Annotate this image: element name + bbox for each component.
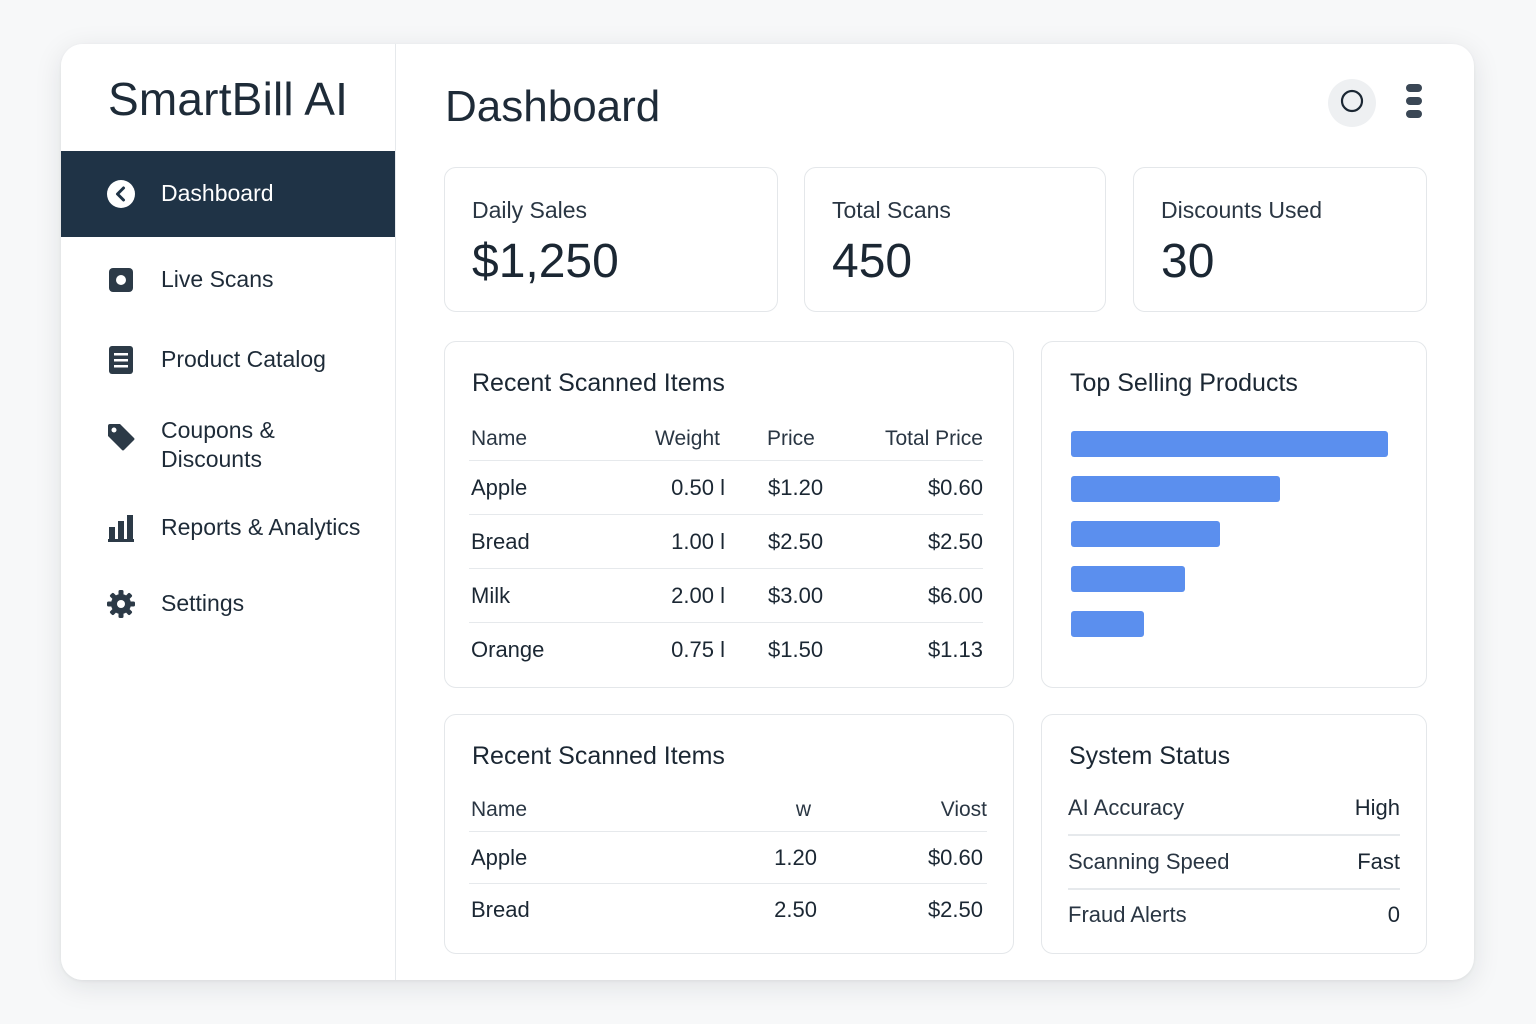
status-value: Fast [1357,849,1400,874]
status-row-fraud-alerts: Fraud Alerts 0 [1068,888,1400,942]
column-header: Name [471,797,528,821]
cell-name: Orange [471,637,545,662]
sidebar-item-live-scans[interactable]: Live Scans [61,256,395,304]
table-row[interactable]: Milk 2.00 l $3.00 $6.00 [469,569,983,623]
cell-w: 1.20 [774,844,817,870]
sidebar: SmartBill AI Dashboard Live Scans Produc… [61,44,396,980]
stat-label: Daily Sales [472,197,588,223]
table-row[interactable]: Bread 2.50 $2.50 [469,884,987,936]
table-header: Name Weight Price Total Price [469,417,983,461]
sidebar-item-dashboard[interactable]: Dashboard [61,151,395,237]
card-title: Recent Scanned Items [472,369,725,397]
cell-weight: 1.00 l [671,528,725,554]
tag-icon [106,422,136,452]
stat-value: 450 [832,235,913,288]
stat-card-discounts-used: Discounts Used 30 [1133,167,1427,312]
cell-weight: 0.75 l [671,637,725,662]
top-selling-bar [1071,611,1144,637]
card-title: Recent Scanned Items [472,742,725,770]
stat-value: 30 [1161,235,1215,288]
table-header: Name w Viost [469,788,987,832]
column-header: Name [471,426,528,450]
stat-card-daily-sales: Daily Sales $1,250 [444,167,778,312]
menu-icon [1405,82,1423,125]
column-header: w [795,797,811,821]
sidebar-item-product-catalog[interactable]: Product Catalog [61,336,395,384]
gear-icon [106,589,136,619]
sidebar-item-label: Coupons & [161,417,275,443]
table-row[interactable]: Apple 1.20 $0.60 [469,832,987,884]
cell-w: 2.50 [774,897,817,922]
sidebar-item-reports[interactable]: Reports & Analytics [61,504,395,552]
document-list-icon [106,345,136,375]
status-row-ai-accuracy: AI Accuracy High [1068,781,1400,835]
sidebar-item-label: Dashboard [161,180,274,206]
status-value: 0 [1387,902,1400,927]
sidebar-item-label: Reports & Analytics [161,514,361,540]
cell-price: $2.50 [768,528,824,554]
status-value: High [1354,795,1400,820]
status-label: Scanning Speed [1068,849,1230,874]
top-selling-bar [1071,431,1388,457]
cell-name: Apple [471,844,528,870]
cell-cost: $0.60 [927,844,983,870]
cell-total: $1.13 [927,637,983,662]
cell-price: $3.00 [768,582,824,608]
sidebar-item-coupons[interactable]: Coupons & Discounts [61,414,395,478]
bar-chart-icon [106,513,136,543]
column-header: Price [767,426,815,450]
cell-name: Milk [471,582,511,608]
menu-button[interactable] [1401,82,1427,124]
table-row[interactable]: Bread 1.00 l $2.50 $2.50 [469,515,983,569]
status-label: Fraud Alerts [1068,902,1187,927]
status-row-scanning-speed: Scanning Speed Fast [1068,835,1400,889]
table-row[interactable]: Orange 0.75 l $1.50 $1.13 [469,623,983,677]
top-selling-bar [1071,566,1185,592]
column-header: Total Price [884,426,983,450]
status-label: AI Accuracy [1068,795,1185,820]
card-title: Top Selling Products [1070,369,1298,397]
recent-scans-card-2: Recent Scanned Items Name w Viost Apple … [444,714,1014,954]
cell-price: $1.20 [768,474,824,500]
cell-total: $6.00 [927,582,983,608]
cell-weight: 2.00 l [671,582,725,608]
chevron-left-circle-icon [106,179,136,209]
page-title: Dashboard [445,82,661,131]
top-selling-card: Top Selling Products [1041,341,1427,688]
sidebar-item-label-line2: Discounts [161,446,262,472]
cell-name: Apple [471,474,528,500]
recent-scans-card: Recent Scanned Items Name Weight Price T… [444,341,1014,688]
system-status-card: System Status AI Accuracy High Scanning … [1041,714,1427,954]
circle-icon [1340,89,1364,118]
card-title: System Status [1069,742,1231,770]
stat-value: $1,250 [472,235,619,288]
sidebar-item-label: Product Catalog [161,346,326,372]
cell-name: Bread [471,897,530,922]
scan-icon [106,265,136,295]
column-header: Weight [655,426,720,450]
cell-name: Bread [471,528,530,554]
stat-label: Discounts Used [1161,197,1323,223]
stat-label: Total Scans [832,197,951,223]
sidebar-item-settings[interactable]: Settings [61,580,395,628]
sidebar-item-label: Settings [161,590,245,616]
app-window: SmartBill AI Dashboard Live Scans Produc… [61,44,1474,980]
top-selling-bar [1071,521,1220,547]
cell-weight: 0.50 l [671,474,725,500]
recent-scans-table: Name Weight Price Total Price Apple 0.50… [469,417,983,677]
cell-cost: $2.50 [927,897,983,922]
column-header: Viost [940,797,987,821]
sidebar-item-label: Live Scans [161,266,274,292]
circle-button[interactable] [1328,79,1376,127]
top-selling-bar [1071,476,1280,502]
recent-scans-table-2: Name w Viost Apple 1.20 $0.60 Bread 2.50… [469,788,987,936]
cell-total: $0.60 [927,474,983,500]
cell-price: $1.50 [768,637,824,662]
table-row[interactable]: Apple 0.50 l $1.20 $0.60 [469,461,983,515]
brand-logo: SmartBill AI [108,73,349,125]
stat-card-total-scans: Total Scans 450 [804,167,1106,312]
cell-total: $2.50 [927,528,983,554]
